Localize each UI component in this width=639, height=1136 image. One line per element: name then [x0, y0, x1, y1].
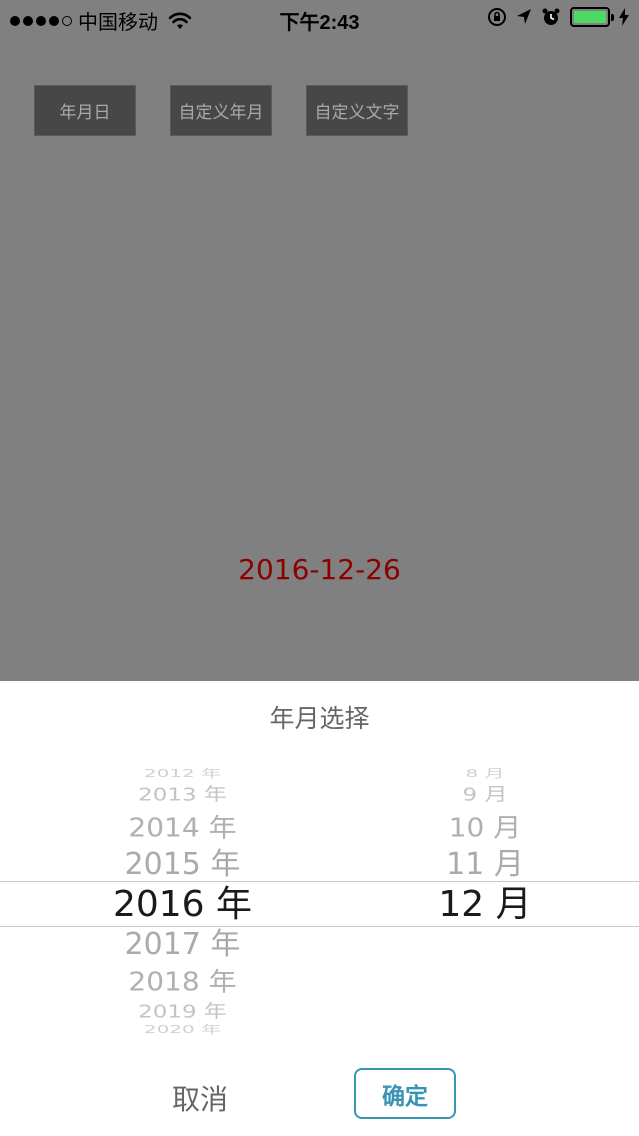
cancel-button[interactable]: 取消	[150, 1076, 250, 1124]
selected-date-label: 2016-12-26	[238, 553, 401, 586]
sheet-title: 年月选择	[269, 704, 370, 733]
picker-sheet: 年月选择 2012 年 2013 年 2014 年 2015 年 2016 年 …	[0, 681, 639, 1136]
year-option[interactable]: 2014 年	[0, 811, 365, 846]
month-wheel[interactable]: 8 月 9 月 10 月 11 月 12 月	[365, 759, 605, 1049]
year-wheel[interactable]: 2012 年 2013 年 2014 年 2015 年 2016 年 2017 …	[0, 759, 365, 1049]
year-option[interactable]: 2020 年	[0, 1023, 365, 1034]
status-bar: 中国移动 下午2:43	[0, 0, 639, 36]
carrier-name: 中国移动	[78, 12, 158, 34]
month-option-selected[interactable]: 12 月	[365, 883, 605, 927]
status-right	[487, 7, 629, 27]
custom-year-month-button[interactable]: 自定义年月	[170, 85, 272, 136]
location-arrow-icon	[517, 9, 531, 24]
wifi-icon	[168, 12, 192, 29]
month-option[interactable]: 8 月	[365, 767, 605, 778]
month-option[interactable]: 9 月	[365, 784, 605, 806]
year-option[interactable]: 2018 年	[0, 965, 365, 1000]
year-option[interactable]: 2012 年	[0, 767, 365, 778]
month-option[interactable]: 10 月	[365, 811, 605, 846]
signal-strength-icon	[10, 15, 72, 26]
month-option[interactable]: 11 月	[365, 845, 605, 885]
charging-bolt-icon	[619, 8, 629, 26]
year-option[interactable]: 2019 年	[0, 1001, 365, 1023]
year-option[interactable]: 2013 年	[0, 784, 365, 806]
year-option[interactable]: 2015 年	[0, 845, 365, 885]
alarm-clock-icon	[542, 8, 560, 25]
battery-level	[574, 11, 606, 23]
year-month-day-button[interactable]: 年月日	[34, 85, 136, 136]
custom-text-button[interactable]: 自定义文字	[306, 85, 408, 136]
year-option-selected[interactable]: 2016 年	[0, 883, 365, 927]
status-left: 中国移动	[10, 6, 192, 35]
orientation-lock-icon	[488, 8, 506, 26]
year-option[interactable]: 2017 年	[0, 925, 365, 965]
confirm-button[interactable]: 确定	[354, 1068, 456, 1119]
battery-icon	[570, 7, 614, 27]
date-picker: 2012 年 2013 年 2014 年 2015 年 2016 年 2017 …	[0, 759, 639, 1049]
